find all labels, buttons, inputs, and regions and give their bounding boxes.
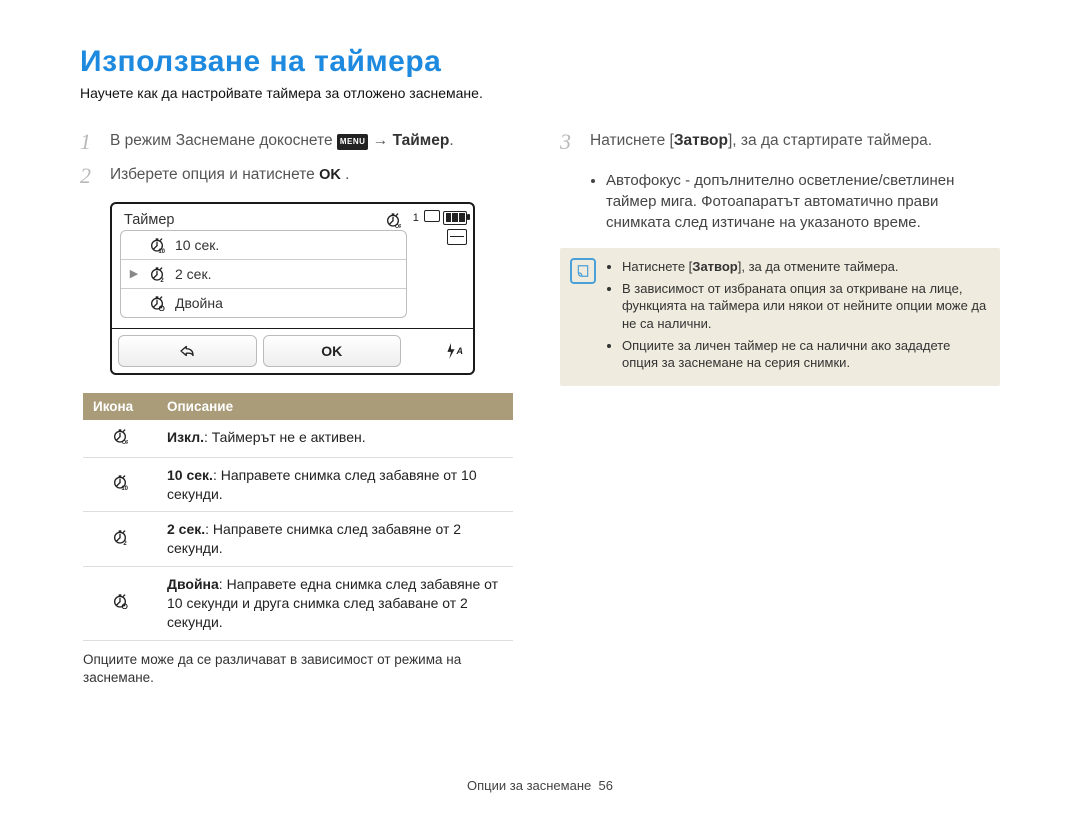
menu-icon: MENU: [337, 134, 369, 150]
selection-arrow-icon: ▶: [129, 267, 139, 280]
step-number: 2: [80, 163, 96, 189]
autofocus-note: Автофокус - допълнително осветление/свет…: [606, 170, 1000, 233]
info-icon: [570, 258, 596, 284]
icon-description-table: Икона Описание Изкл.: Таймерът не е акти…: [83, 393, 513, 641]
page-title: Използване на таймера: [80, 45, 1000, 79]
table-row: 10 сек.: Направете снимка след забавяне …: [83, 457, 513, 512]
step-3-bold: Затвор: [674, 132, 728, 149]
step-2-end: .: [345, 166, 349, 183]
info-item: Натиснете [Затвор], за да отмените тайме…: [622, 258, 988, 276]
timer-2-icon: [149, 266, 165, 282]
timer-2-icon: [112, 529, 128, 545]
info-item: В зависимост от избраната опция за откри…: [622, 280, 988, 333]
info-item: Опциите за личен таймер не са налични ак…: [622, 337, 988, 372]
step-number: 3: [560, 129, 576, 155]
cam-back-button[interactable]: [118, 335, 257, 367]
timer-double-icon: [112, 593, 128, 609]
timer-off-icon: [112, 428, 128, 444]
battery-icon: [443, 211, 467, 225]
sd-card-icon: [447, 229, 467, 245]
cam-option-label: 2 сек.: [175, 266, 211, 282]
table-header-desc: Описание: [157, 393, 513, 420]
step-3-text-a: Натиснете [: [590, 132, 674, 149]
page-subtitle: Научете как да настройвате таймера за от…: [80, 85, 1000, 101]
cam-option-10sec[interactable]: ▶ 10 сек.: [121, 231, 406, 259]
cam-option-label: 10 сек.: [175, 237, 219, 253]
step-1-bold: Таймер: [393, 132, 450, 149]
arrow-text: →: [373, 132, 393, 149]
info-callout: Натиснете [Затвор], за да отмените тайме…: [560, 248, 1000, 385]
timer-off-icon: [385, 212, 401, 228]
cam-ok-button[interactable]: OK: [263, 335, 402, 367]
options-note: Опциите може да се различават в зависимо…: [83, 651, 513, 687]
step-2-text: Изберете опция и натиснете: [110, 166, 319, 183]
timer-10-icon: [112, 474, 128, 490]
table-header-icon: Икона: [83, 393, 157, 420]
cam-shot-count: 1: [413, 212, 419, 224]
step-1-text-a: В режим Заснемане докоснете: [110, 132, 337, 149]
back-arrow-icon: [178, 344, 196, 358]
step-1-end: .: [449, 132, 453, 149]
page-footer: Опции за заснемане 56: [0, 778, 1080, 793]
timer-double-icon: [149, 295, 165, 311]
cam-menu-title: Таймер: [124, 212, 174, 228]
cam-option-2sec[interactable]: ▶ 2 сек.: [121, 259, 406, 288]
cam-option-double[interactable]: ▶ Двойна: [121, 288, 406, 317]
timer-10-icon: [149, 237, 165, 253]
ok-icon: OK: [319, 167, 341, 183]
step-3-text-b: ], за да стартирате таймера.: [728, 132, 932, 149]
flash-auto-icon: A: [407, 343, 473, 359]
table-row: 2 сек.: Направете снимка след забавяне о…: [83, 512, 513, 567]
table-row: Изкл.: Таймерът не е активен.: [83, 420, 513, 457]
step-1: 1 В режим Заснемане докоснете MENU → Тай…: [80, 129, 520, 155]
step-3: 3 Натиснете [Затвор], за да стартирате т…: [560, 129, 1000, 155]
table-row: Двойна: Направете една снимка след забав…: [83, 567, 513, 641]
step-number: 1: [80, 129, 96, 155]
cam-option-label: Двойна: [175, 295, 223, 311]
step-2: 2 Изберете опция и натиснете OK .: [80, 163, 520, 189]
camera-screen: Таймер ▶ 10 сек. ▶: [110, 202, 475, 375]
